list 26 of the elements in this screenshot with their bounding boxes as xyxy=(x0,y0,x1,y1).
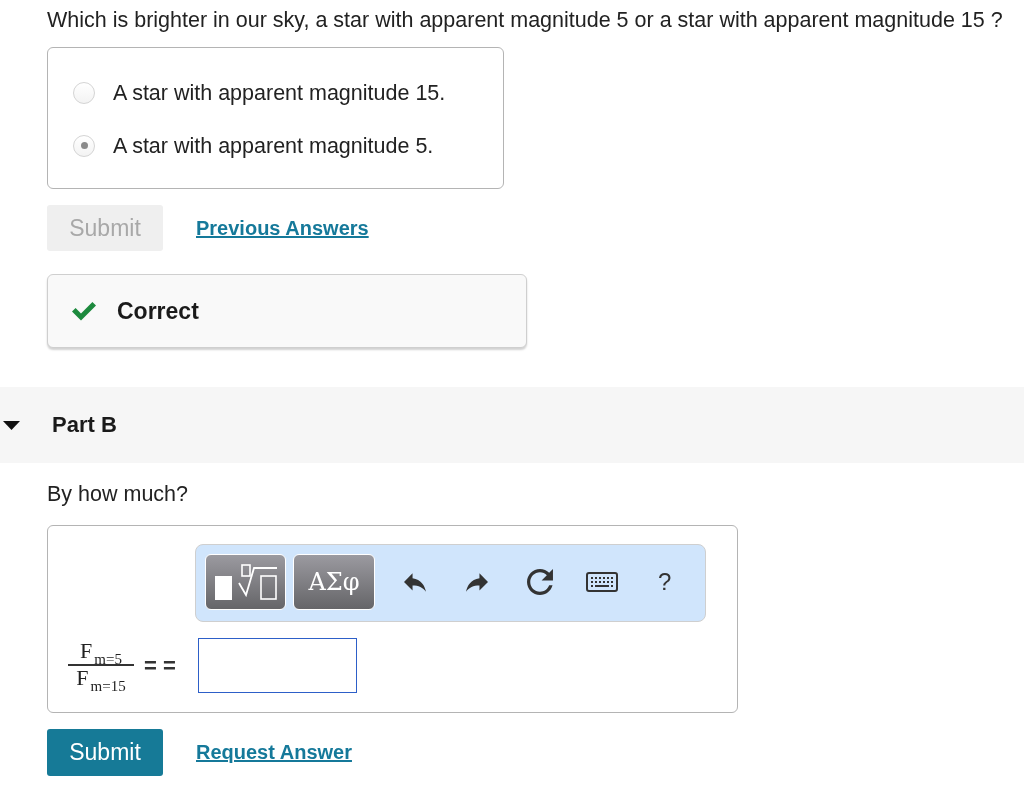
previous-answers-link[interactable]: Previous Answers xyxy=(196,216,369,240)
submit-button[interactable]: Submit xyxy=(47,729,163,776)
symbols-button[interactable]: ΑΣφ xyxy=(293,554,375,610)
feedback-text: Correct xyxy=(117,297,199,325)
reset-icon[interactable] xyxy=(526,569,553,595)
redo-icon[interactable] xyxy=(466,572,489,592)
fraction-denominator: F$_{m=15}$ xyxy=(76,666,126,692)
radio-button[interactable] xyxy=(73,134,95,157)
check-icon xyxy=(72,301,96,321)
option-label[interactable]: A star with apparent magnitude 15. xyxy=(113,80,446,105)
part-header[interactable]: Part B xyxy=(0,387,1024,463)
radical-icon xyxy=(214,564,277,600)
undo-icon[interactable] xyxy=(403,572,426,592)
equals-sign: = = xyxy=(144,652,176,679)
radio-button[interactable] xyxy=(73,81,95,104)
keyboard-icon[interactable] xyxy=(586,572,619,592)
caret-icon[interactable] xyxy=(3,420,20,430)
part-title: Part B xyxy=(52,412,117,438)
option-label[interactable]: A star with apparent magnitude 5. xyxy=(113,133,434,158)
request-answer-link[interactable]: Request Answer xyxy=(196,741,352,764)
fraction-numerator: F$_{m=5}$ xyxy=(68,639,134,666)
answer-input[interactable] xyxy=(197,638,357,693)
prompt-text: By how much? xyxy=(47,482,189,506)
templates-button[interactable] xyxy=(205,554,287,610)
question-text: Which is brighter in our sky, a star with apparent magnitude 5 or a star with apparent magnitude 15 ? xyxy=(47,8,1004,32)
help-button[interactable]: ? xyxy=(658,568,672,596)
